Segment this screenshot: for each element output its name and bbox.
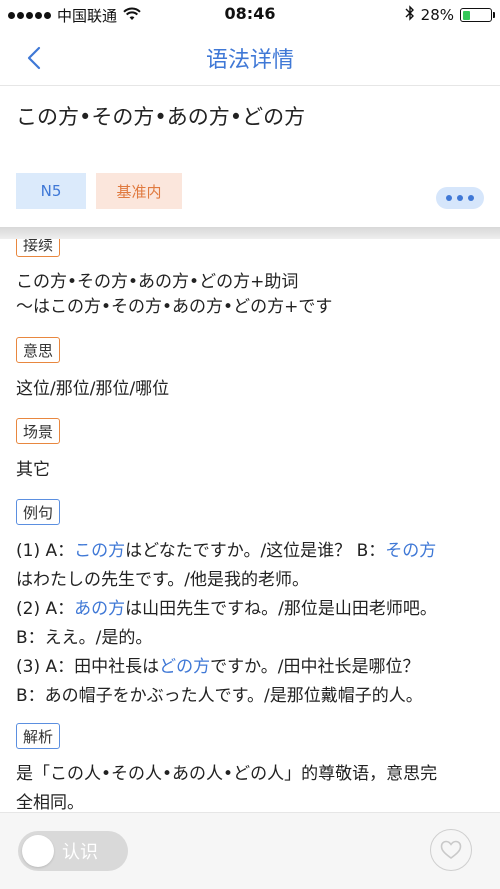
section-label-examples: 例句 xyxy=(16,499,61,525)
bottom-bar: 认识 xyxy=(0,812,500,889)
connect-line: ～はこの方•その方•あの方•どの方+です xyxy=(16,297,333,317)
analysis-line: 是「この人•その人•あの人•どの人」的尊敬语，意思完 xyxy=(16,764,438,784)
meaning-text: 这位/那位/那位/哪位 xyxy=(16,379,170,399)
highlight-word[interactable]: この方 xyxy=(74,541,125,561)
connect-line: この方•その方•あの方•どの方+助词 xyxy=(16,272,299,292)
grammar-content: 接续 この方•その方•あの方•どの方+助词 ～はこの方•その方•あの方•どの方+… xyxy=(0,239,500,812)
highlight-word[interactable]: その方 xyxy=(385,541,436,561)
section-label-connect: 接续 xyxy=(16,239,61,257)
example-line: (1) A：この方はどなたですか。/这位是谁？ B：その方 xyxy=(16,541,437,561)
scope-tag: 基准内 xyxy=(96,173,182,209)
grammar-header: この方•その方•あの方•どの方 N5 基准内 xyxy=(0,87,500,227)
example-line: (2) A：あの方は山田先生ですね。/那位是山田老师吧。 xyxy=(16,599,437,619)
example-line: (3) A：田中社長はどの方ですか。/田中社长是哪位？ xyxy=(16,657,420,677)
battery-percent: 28% xyxy=(420,6,454,24)
example-line: はわたしの先生です。/他是我的老师。 xyxy=(16,570,310,590)
analysis-line: 全相同。 xyxy=(16,793,84,812)
scene-text: 其它 xyxy=(16,460,50,480)
bluetooth-icon xyxy=(405,5,415,25)
status-bar: 中国联通 08:46 28% xyxy=(0,0,500,30)
favorite-button[interactable] xyxy=(430,829,472,871)
section-label-scene: 场景 xyxy=(16,418,61,444)
grammar-title: この方•その方•あの方•どの方 xyxy=(16,105,306,129)
toggle-knob xyxy=(22,835,54,867)
section-label-analysis: 解析 xyxy=(16,723,61,749)
navigation-bar: 语法详情 xyxy=(0,30,500,86)
level-tag: N5 xyxy=(16,173,86,209)
example-line: B：あの帽子をかぶった人です。/是那位戴帽子的人。 xyxy=(16,686,423,706)
heart-icon xyxy=(440,840,462,859)
know-toggle[interactable]: 认识 xyxy=(18,831,128,871)
section-label-meaning: 意思 xyxy=(16,337,61,363)
highlight-word[interactable]: あの方 xyxy=(74,599,125,619)
more-dots-icon xyxy=(446,195,452,201)
example-line: B：ええ。/是的。 xyxy=(16,628,153,648)
more-options-button[interactable] xyxy=(436,187,484,209)
battery-icon xyxy=(460,8,495,22)
page-title: 语法详情 xyxy=(205,48,294,73)
header-shadow-divider xyxy=(0,227,500,239)
know-toggle-label: 认识 xyxy=(62,842,98,863)
highlight-word[interactable]: どの方 xyxy=(159,657,210,677)
